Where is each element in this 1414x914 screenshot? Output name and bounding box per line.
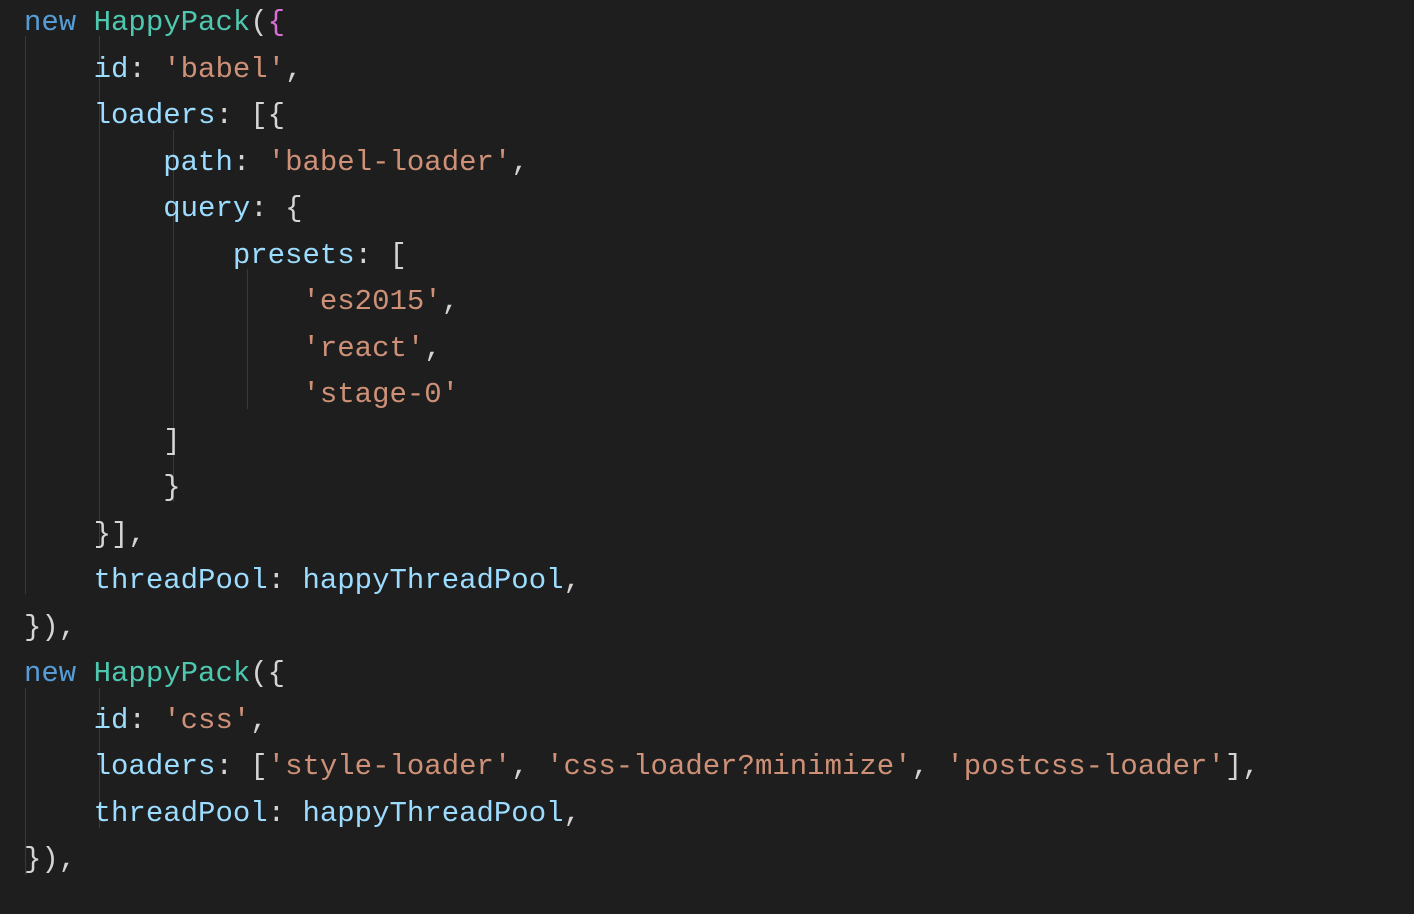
code-line: query: { [24,192,302,225]
indent-guide [173,130,174,502]
code-line: threadPool: happyThreadPool, [24,797,581,830]
code-line: }], [24,518,146,551]
keyword-new: new [24,657,76,690]
indent-guide [99,688,100,828]
code-line: } [24,471,181,504]
identifier: happyThreadPool [302,564,563,597]
string-literal: 'stage-0' [302,378,459,411]
code-line: new HappyPack({ [24,6,285,39]
code-line: 'react', [24,332,442,365]
prop-threadpool: threadPool [94,564,268,597]
code-line: threadPool: happyThreadPool, [24,564,581,597]
class-name: HappyPack [94,6,251,39]
code-line: loaders: ['style-loader', 'css-loader?mi… [24,750,1260,783]
prop-threadpool: threadPool [94,797,268,830]
indent-guide [247,269,248,409]
indent-guide [25,688,26,875]
code-line: 'stage-0' [24,378,459,411]
prop-loaders: loaders [94,99,216,132]
prop-query: query [163,192,250,225]
code-line: new HappyPack({ [24,657,285,690]
brace-open-highlight: { [268,6,285,39]
string-literal: 'css-loader?minimize' [546,750,911,783]
class-name: HappyPack [94,657,251,690]
code-line: loaders: [{ [24,99,285,132]
code-line: id: 'babel', [24,53,302,86]
string-literal: 'css' [163,704,250,737]
indent-guide [25,36,26,594]
prop-loaders: loaders [94,750,216,783]
string-literal: 'babel' [163,53,285,86]
string-literal: 'style-loader' [268,750,512,783]
string-literal: 'postcss-loader' [946,750,1224,783]
code-line: presets: [ [24,239,407,272]
code-line: id: 'css', [24,704,268,737]
code-line: }), [24,843,76,876]
code-line: ] [24,425,181,458]
indent-guide [99,36,100,548]
string-literal: 'react' [302,332,424,365]
string-literal: 'es2015' [302,285,441,318]
prop-presets: presets [233,239,355,272]
string-literal: 'babel-loader' [268,146,512,179]
code-line: 'es2015', [24,285,459,318]
code-editor-viewport[interactable]: new HappyPack({ id: 'babel', loaders: [{… [0,0,1414,884]
identifier: happyThreadPool [302,797,563,830]
code-line: }), [24,611,76,644]
paren-open: ( [250,6,267,39]
keyword-new: new [24,6,76,39]
